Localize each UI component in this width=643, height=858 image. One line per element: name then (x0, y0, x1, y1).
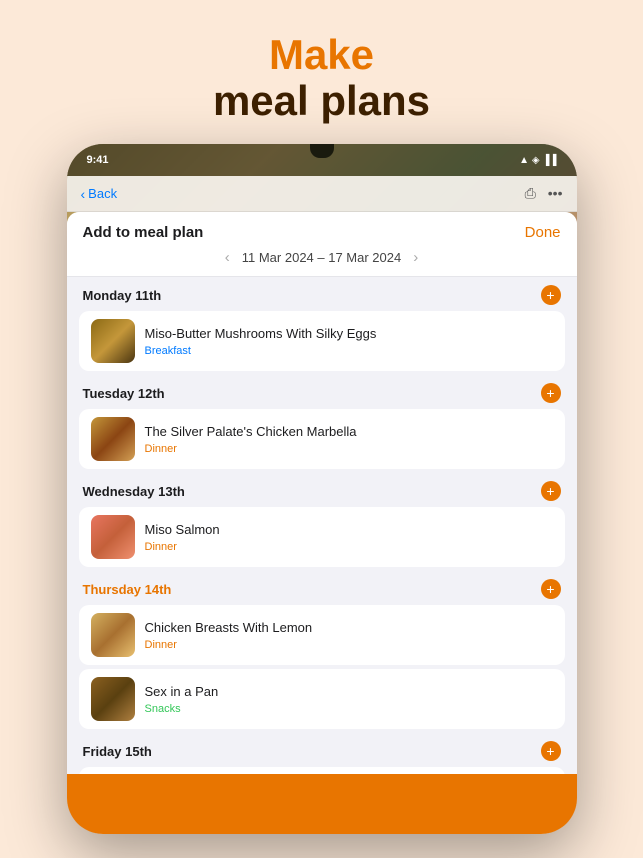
notch (310, 144, 334, 158)
page-title-make: Make (213, 32, 430, 78)
day-label-thursday: Thursday 14th (83, 582, 172, 597)
modal-header: Add to meal plan Done ‹ 11 Mar 2024 – 17… (67, 212, 577, 277)
day-header-thursday: Thursday 14th + (67, 571, 577, 605)
date-prev-button[interactable]: ‹ (225, 249, 230, 266)
day-add-button-monday[interactable]: + (541, 285, 561, 305)
day-label-monday: Monday 11th (83, 288, 162, 303)
page-title-meal-plans: meal plans (213, 78, 430, 124)
back-bar-icons: ⎙ ••• (525, 185, 563, 202)
day-section-monday: Monday 11th + Miso-Butter Mushrooms With S… (67, 277, 577, 371)
bottom-tab-bar (67, 774, 577, 834)
page-header: Make meal plans (213, 0, 430, 144)
status-time: 9:41 (87, 154, 109, 166)
recipe-card-tuesday-0[interactable]: The Silver Palate's Chicken Marbella Dinn… (79, 409, 565, 469)
recipe-card-thursday-1[interactable]: Sex in a Pan Snacks (79, 669, 565, 729)
day-section-friday: Friday 15th + Authentic Pico de GalloBreak… (67, 733, 577, 774)
day-section-wednesday: Wednesday 13th + Miso Salmon Dinner (67, 473, 577, 567)
day-header-wednesday: Wednesday 13th + (67, 473, 577, 507)
back-bar: ‹ Back ⎙ ••• (67, 176, 577, 212)
recipe-card-wednesday-0[interactable]: Miso Salmon Dinner (79, 507, 565, 567)
status-bar: 9:41 ▲ ◈ ▐▐ (67, 144, 577, 176)
back-button[interactable]: ‹ Back (81, 186, 118, 202)
share-icon[interactable]: ⎙ (525, 185, 536, 202)
status-icons: ▲ ◈ ▐▐ (519, 155, 556, 166)
day-header-monday: Monday 11th + (67, 277, 577, 311)
recipe-name-tuesday-0: The Silver Palate's Chicken Marbella (145, 424, 553, 441)
recipe-info-tuesday-0: The Silver Palate's Chicken Marbella Dinn… (145, 424, 553, 455)
recipe-meal-type-wednesday-0: Dinner (145, 541, 553, 553)
day-add-button-friday[interactable]: + (541, 741, 561, 761)
recipe-thumb-thursday-1 (91, 677, 135, 721)
day-section-thursday: Thursday 14th + Chicken Breasts With Lemon… (67, 571, 577, 729)
day-label-wednesday: Wednesday 13th (83, 484, 185, 499)
recipe-thumb-wednesday-0 (91, 515, 135, 559)
recipe-card-friday-0[interactable]: Authentic Pico de GalloBreakfast (79, 767, 565, 774)
recipe-thumb-monday-0 (91, 319, 135, 363)
day-header-friday: Friday 15th + (67, 733, 577, 767)
recipe-name-monday-0: Miso-Butter Mushrooms With Silky Eggs (145, 326, 553, 343)
recipe-meal-type-thursday-0: Dinner (145, 639, 553, 651)
recipe-info-thursday-0: Chicken Breasts With Lemon Dinner (145, 620, 553, 651)
recipe-name-wednesday-0: Miso Salmon (145, 522, 553, 539)
day-add-button-tuesday[interactable]: + (541, 383, 561, 403)
recipe-meal-type-thursday-1: Snacks (145, 703, 553, 715)
recipe-meal-type-monday-0: Breakfast (145, 345, 553, 357)
recipe-meal-type-tuesday-0: Dinner (145, 443, 553, 455)
modal-title-row: Add to meal plan Done (83, 224, 561, 241)
day-add-button-thursday[interactable]: + (541, 579, 561, 599)
day-header-tuesday: Tuesday 12th + (67, 375, 577, 409)
modal-overlay: Add to meal plan Done ‹ 11 Mar 2024 – 17… (67, 212, 577, 834)
recipe-card-thursday-0[interactable]: Chicken Breasts With Lemon Dinner (79, 605, 565, 665)
modal: Add to meal plan Done ‹ 11 Mar 2024 – 17… (67, 212, 577, 834)
recipe-name-thursday-1: Sex in a Pan (145, 684, 553, 701)
recipe-info-wednesday-0: Miso Salmon Dinner (145, 522, 553, 553)
recipe-name-thursday-0: Chicken Breasts With Lemon (145, 620, 553, 637)
recipe-thumb-thursday-0 (91, 613, 135, 657)
more-icon[interactable]: ••• (548, 185, 563, 202)
back-arrow-icon: ‹ (81, 186, 86, 202)
recipe-card-monday-0[interactable]: Miso-Butter Mushrooms With Silky Eggs Bre… (79, 311, 565, 371)
day-label-tuesday: Tuesday 12th (83, 386, 165, 401)
modal-title: Add to meal plan (83, 224, 204, 241)
day-label-friday: Friday 15th (83, 744, 152, 759)
back-label: Back (88, 186, 117, 201)
meal-list[interactable]: Monday 11th + Miso-Butter Mushrooms With S… (67, 277, 577, 774)
date-nav: ‹ 11 Mar 2024 – 17 Mar 2024 › (83, 249, 561, 266)
day-add-button-wednesday[interactable]: + (541, 481, 561, 501)
modal-done-button[interactable]: Done (525, 224, 561, 241)
device-frame: 9:41 ▲ ◈ ▐▐ ‹ Back ⎙ ••• Add to meal pla… (67, 144, 577, 834)
date-next-button[interactable]: › (413, 249, 418, 266)
recipe-thumb-tuesday-0 (91, 417, 135, 461)
recipe-info-monday-0: Miso-Butter Mushrooms With Silky Eggs Bre… (145, 326, 553, 357)
day-section-tuesday: Tuesday 12th + The Silver Palate's Chicken… (67, 375, 577, 469)
date-range: 11 Mar 2024 – 17 Mar 2024 (242, 250, 401, 265)
recipe-info-thursday-1: Sex in a Pan Snacks (145, 684, 553, 715)
